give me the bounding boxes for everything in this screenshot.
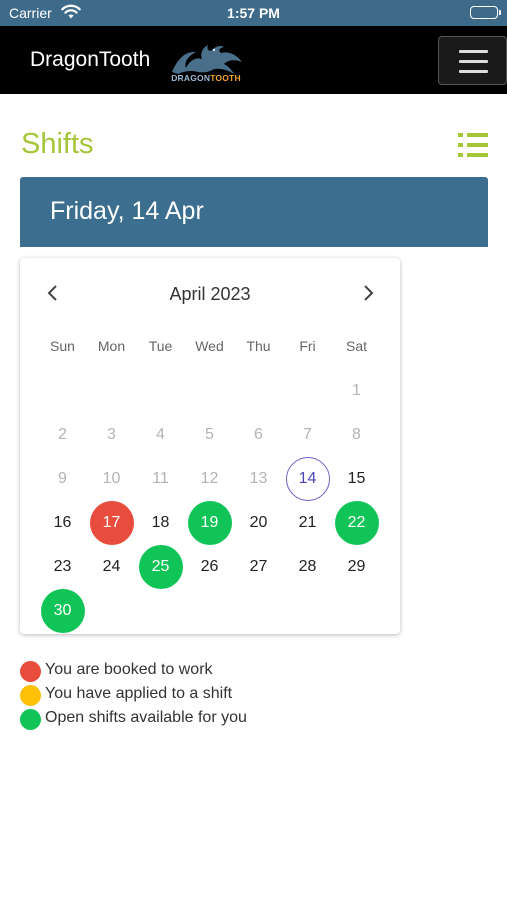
calendar-day[interactable]: 19	[187, 501, 232, 545]
brand-name[interactable]: DragonTooth	[30, 48, 150, 72]
calendar-day[interactable]: 17	[89, 501, 134, 545]
calendar-day[interactable]: 23	[41, 545, 85, 589]
calendar-day[interactable]: 27	[237, 545, 281, 589]
legend-color-dot	[20, 685, 41, 706]
logo-text-tooth: TOOTH	[210, 73, 241, 83]
legend-color-dot	[20, 661, 41, 682]
battery-icon	[470, 6, 501, 19]
legend-label: You are booked to work	[45, 661, 213, 678]
calendar-day[interactable]: 25	[138, 545, 183, 589]
calendar-day[interactable]: 8	[335, 413, 379, 457]
status-bar: Carrier 1:57 PM	[0, 0, 507, 26]
calendar-day[interactable]: 11	[139, 457, 183, 501]
chevron-right-icon	[364, 285, 374, 301]
calendar-day[interactable]: 29	[335, 545, 379, 589]
weekday-header: Thu	[246, 338, 271, 354]
calendar-day[interactable]: 20	[237, 501, 281, 545]
calendar-day[interactable]: 24	[90, 545, 134, 589]
calendar-day[interactable]: 21	[286, 501, 330, 545]
page-title: Shifts	[21, 128, 94, 160]
calendar-day[interactable]: 14	[285, 457, 330, 501]
selected-date-banner: Friday, 14 Apr	[20, 177, 488, 247]
weekday-header: Tue	[148, 338, 173, 354]
legend-label: You have applied to a shift	[45, 685, 233, 702]
legend-color-dot	[20, 709, 41, 730]
calendar-day[interactable]: 15	[335, 457, 379, 501]
weekday-header: Mon	[97, 338, 126, 354]
clock: 1:57 PM	[227, 5, 280, 21]
calendar-day[interactable]: 7	[286, 413, 330, 457]
calendar-day[interactable]: 18	[139, 501, 183, 545]
weekday-header: Wed	[195, 338, 224, 354]
weekday-header: Fri	[299, 338, 316, 354]
weekday-header: Sun	[50, 338, 75, 354]
calendar-day[interactable]: 22	[334, 501, 379, 545]
month-title: April 2023	[169, 284, 251, 304]
dragon-logo-icon[interactable]: DRAGONTOOTH	[164, 38, 248, 84]
calendar-day[interactable]: 12	[188, 457, 232, 501]
navbar: DragonTooth DRAGONTOOTH	[0, 26, 507, 94]
calendar-day[interactable]: 6	[237, 413, 281, 457]
calendar-day[interactable]: 1	[335, 369, 379, 413]
calendar-day[interactable]: 3	[90, 413, 134, 457]
next-month-button[interactable]	[356, 281, 380, 305]
calendar-day[interactable]: 30	[40, 589, 85, 633]
calendar-day[interactable]: 16	[41, 501, 85, 545]
calendar-day[interactable]: 9	[41, 457, 85, 501]
calendar-day[interactable]: 10	[90, 457, 134, 501]
calendar-day[interactable]: 28	[286, 545, 330, 589]
calendar-day[interactable]: 5	[188, 413, 232, 457]
legend-label: Open shifts available for you	[45, 709, 247, 726]
list-view-icon[interactable]	[457, 131, 489, 159]
calendar-day[interactable]: 13	[237, 457, 281, 501]
logo-text-dragon: DRAGON	[171, 73, 211, 83]
calendar-day[interactable]: 26	[188, 545, 232, 589]
calendar-day[interactable]: 2	[41, 413, 85, 457]
calendar: April 2023 Sun Mon Tue Wed Thu Fri Sat 1234567…	[20, 258, 400, 634]
calendar-day[interactable]: 4	[139, 413, 183, 457]
hamburger-menu-button[interactable]	[438, 36, 507, 85]
weekday-header: Sat	[345, 338, 367, 354]
